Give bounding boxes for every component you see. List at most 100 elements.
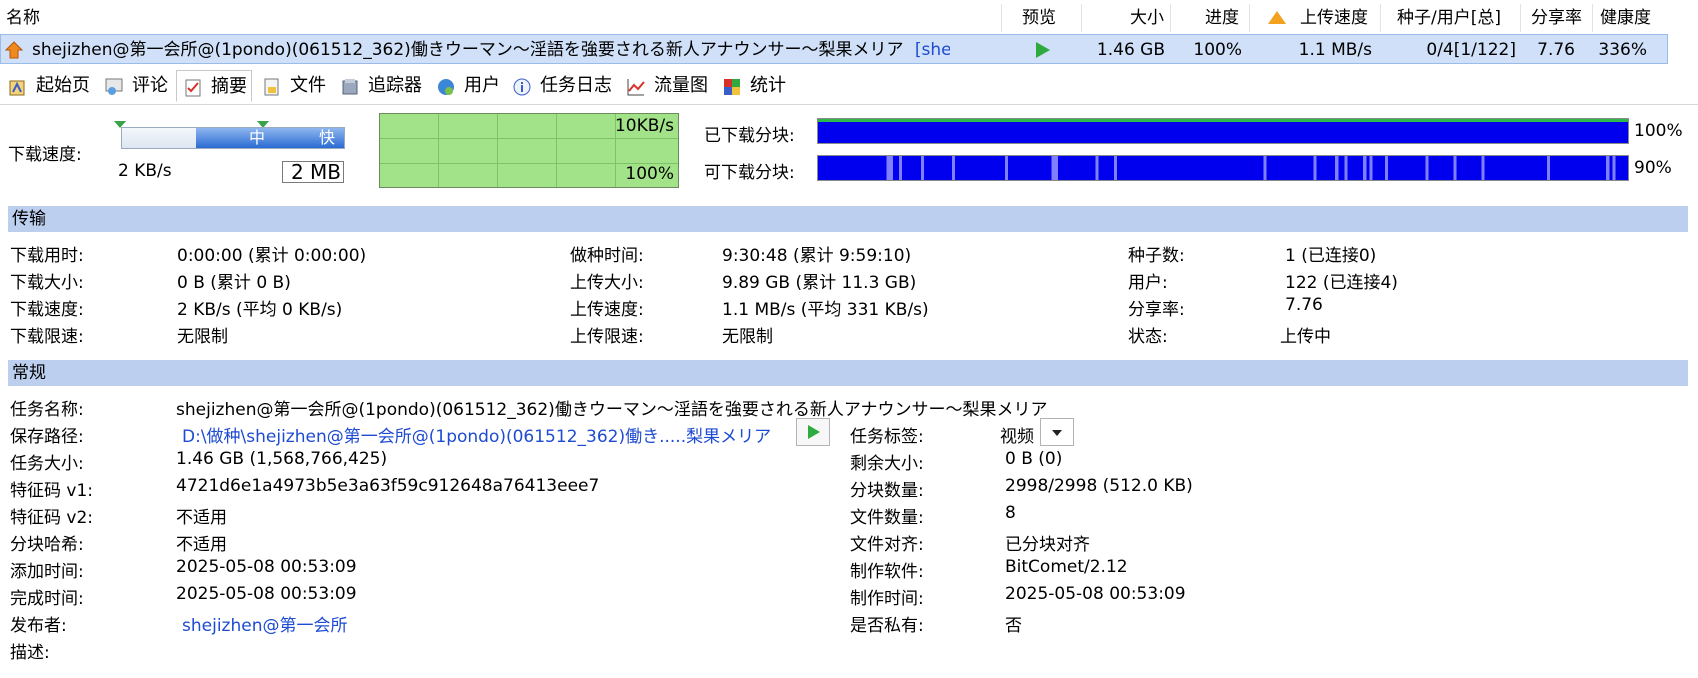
file-icon	[262, 76, 282, 96]
download-speed-label: 下载速度:	[8, 145, 82, 165]
publisher-label: 发布者:	[10, 616, 67, 636]
hash-v2-label: 特征码 v2:	[10, 508, 94, 528]
tab-start-page[interactable]: 起始页	[2, 70, 94, 102]
stats-icon	[722, 76, 742, 96]
creation-time-value: 2025-05-08 00:53:09	[1005, 584, 1186, 604]
task-tag-label: 任务标签:	[850, 427, 924, 447]
tab-files[interactable]: 文件	[256, 70, 330, 102]
tab-task-log[interactable]: 任务日志	[506, 70, 614, 102]
summary-icon	[183, 77, 203, 97]
download-time-label: 下载用时:	[10, 246, 84, 266]
task-health: 336%	[1598, 40, 1647, 60]
task-row[interactable]: shejizhen@第一会所@(1pondo)(061512_362)働きウーマ…	[0, 34, 1668, 64]
task-tag-dropdown[interactable]	[1040, 418, 1074, 446]
added-time-label: 添加时间:	[10, 562, 84, 582]
remaining-size-label: 剩余大小:	[850, 454, 924, 474]
creation-time-label: 制作时间:	[850, 589, 924, 609]
users-icon	[436, 76, 456, 96]
save-path-link[interactable]: D:\做种\shejizhen@第一会所@(1pondo)(061512_362…	[182, 422, 771, 447]
upload-size-label: 上传大小:	[570, 273, 644, 293]
task-size-value: 1.46 GB (1,568,766,425)	[176, 449, 388, 469]
downloaded-pieces-label: 已下载分块:	[704, 126, 795, 146]
hash-v1-label: 特征码 v1:	[10, 481, 94, 501]
task-tag-link[interactable]: [shej...	[915, 40, 950, 60]
completed-time-label: 完成时间:	[10, 589, 84, 609]
preview-play-icon[interactable]	[1036, 42, 1050, 58]
task-upload-speed: 1.1 MB/s	[1298, 40, 1372, 60]
status-label: 状态:	[1128, 327, 1168, 347]
publisher-link[interactable]: shejizhen@第一会所	[182, 611, 347, 636]
speed-graph: 10KB/s 100%	[379, 113, 679, 188]
tab-statistics[interactable]: 统计	[716, 70, 788, 102]
tab-trackers[interactable]: 追踪器	[334, 70, 426, 102]
general-section-header: 常规	[8, 360, 1688, 386]
download-size-label: 下载大小:	[10, 273, 84, 293]
download-limit-label: 下载限速:	[10, 327, 84, 347]
created-by-label: 制作软件:	[850, 562, 924, 582]
task-list-header: 名称 预览 大小 进度 上传速度 种子/用户[总] 分享率 健康度	[0, 0, 1698, 34]
download-size-value: 0 B (累计 0 B)	[177, 273, 291, 293]
column-header-name[interactable]: 名称	[6, 0, 40, 34]
column-header-health[interactable]: 健康度	[1600, 0, 1651, 34]
hash-v2-value: 不适用	[176, 508, 227, 528]
piece-count-label: 分块数量:	[850, 481, 924, 501]
play-icon	[808, 425, 820, 439]
upload-status-icon	[4, 41, 24, 59]
piece-hash-label: 分块哈希:	[10, 535, 84, 555]
tab-comments[interactable]: 评论	[98, 70, 172, 102]
available-pieces-percent: 90%	[1634, 158, 1672, 178]
column-header-seeds-peers[interactable]: 种子/用户[总]	[1397, 0, 1501, 34]
share-ratio-label: 分享率:	[1128, 300, 1185, 320]
task-size: 1.46 GB	[1096, 40, 1165, 60]
column-header-size[interactable]: 大小	[1130, 0, 1164, 34]
download-limit-value: 无限制	[177, 327, 228, 347]
download-speed-slider[interactable]: 中 快	[121, 127, 345, 149]
chart-icon	[626, 76, 646, 96]
piece-count-value: 2998/2998 (512.0 KB)	[1005, 476, 1193, 496]
column-header-preview[interactable]: 预览	[1022, 0, 1056, 34]
home-icon	[8, 76, 28, 96]
file-count-value: 8	[1005, 503, 1016, 523]
open-folder-button[interactable]	[796, 418, 830, 446]
upload-limit-value: 无限制	[722, 327, 773, 347]
seeds-label: 种子数:	[1128, 246, 1185, 266]
share-ratio-value: 7.76	[1285, 295, 1323, 315]
seeds-value: 1 (已连接0)	[1285, 246, 1377, 266]
graph-percent-label: 100%	[625, 164, 674, 184]
download-time-value: 0:00:00 (累计 0:00:00)	[177, 246, 367, 266]
slider-mid-label: 中	[248, 128, 265, 147]
seed-time-label: 做种时间:	[570, 246, 644, 266]
private-label: 是否私有:	[850, 616, 924, 636]
task-progress: 100%	[1193, 40, 1242, 60]
file-alignment-value: 已分块对齐	[1005, 535, 1090, 555]
task-size-label: 任务大小:	[10, 454, 84, 474]
cache-size-field[interactable]: 2 MB	[282, 161, 344, 183]
private-value: 否	[1005, 616, 1022, 636]
tracker-icon	[340, 76, 360, 96]
upload-rate-value: 1.1 MB/s (平均 331 KB/s)	[722, 300, 929, 320]
tab-summary[interactable]: 摘要	[176, 70, 252, 102]
downloaded-pieces-percent: 100%	[1634, 121, 1683, 141]
tab-traffic-chart[interactable]: 流量图	[620, 70, 712, 102]
status-value: 上传中	[1280, 327, 1331, 347]
save-path-label: 保存路径:	[10, 427, 84, 447]
task-name-label: 任务名称:	[10, 400, 84, 420]
file-count-label: 文件数量:	[850, 508, 924, 528]
sort-up-arrow-icon	[1268, 11, 1286, 24]
tab-peers[interactable]: 用户	[430, 70, 500, 102]
column-header-progress[interactable]: 进度	[1205, 0, 1239, 34]
task-name: shejizhen@第一会所@(1pondo)(061512_362)働きウーマ…	[32, 35, 950, 65]
available-pieces-bar	[817, 155, 1629, 181]
slider-fast-label: 快	[318, 128, 335, 147]
added-time-value: 2025-05-08 00:53:09	[176, 557, 357, 577]
seed-time-value: 9:30:48 (累计 9:59:10)	[722, 246, 912, 266]
column-header-upload-speed[interactable]: 上传速度	[1300, 0, 1368, 34]
piece-hash-value: 不适用	[176, 535, 227, 555]
available-pieces-label: 可下载分块:	[704, 163, 795, 183]
transfer-section-header: 传输	[8, 206, 1688, 232]
task-name-value: shejizhen@第一会所@(1pondo)(061512_362)働きウーマ…	[176, 400, 1048, 420]
chevron-down-icon	[1052, 430, 1062, 436]
column-header-ratio[interactable]: 分享率	[1531, 0, 1582, 34]
upload-size-value: 9.89 GB (累计 11.3 GB)	[722, 273, 917, 293]
created-by-value: BitComet/2.12	[1005, 557, 1128, 577]
